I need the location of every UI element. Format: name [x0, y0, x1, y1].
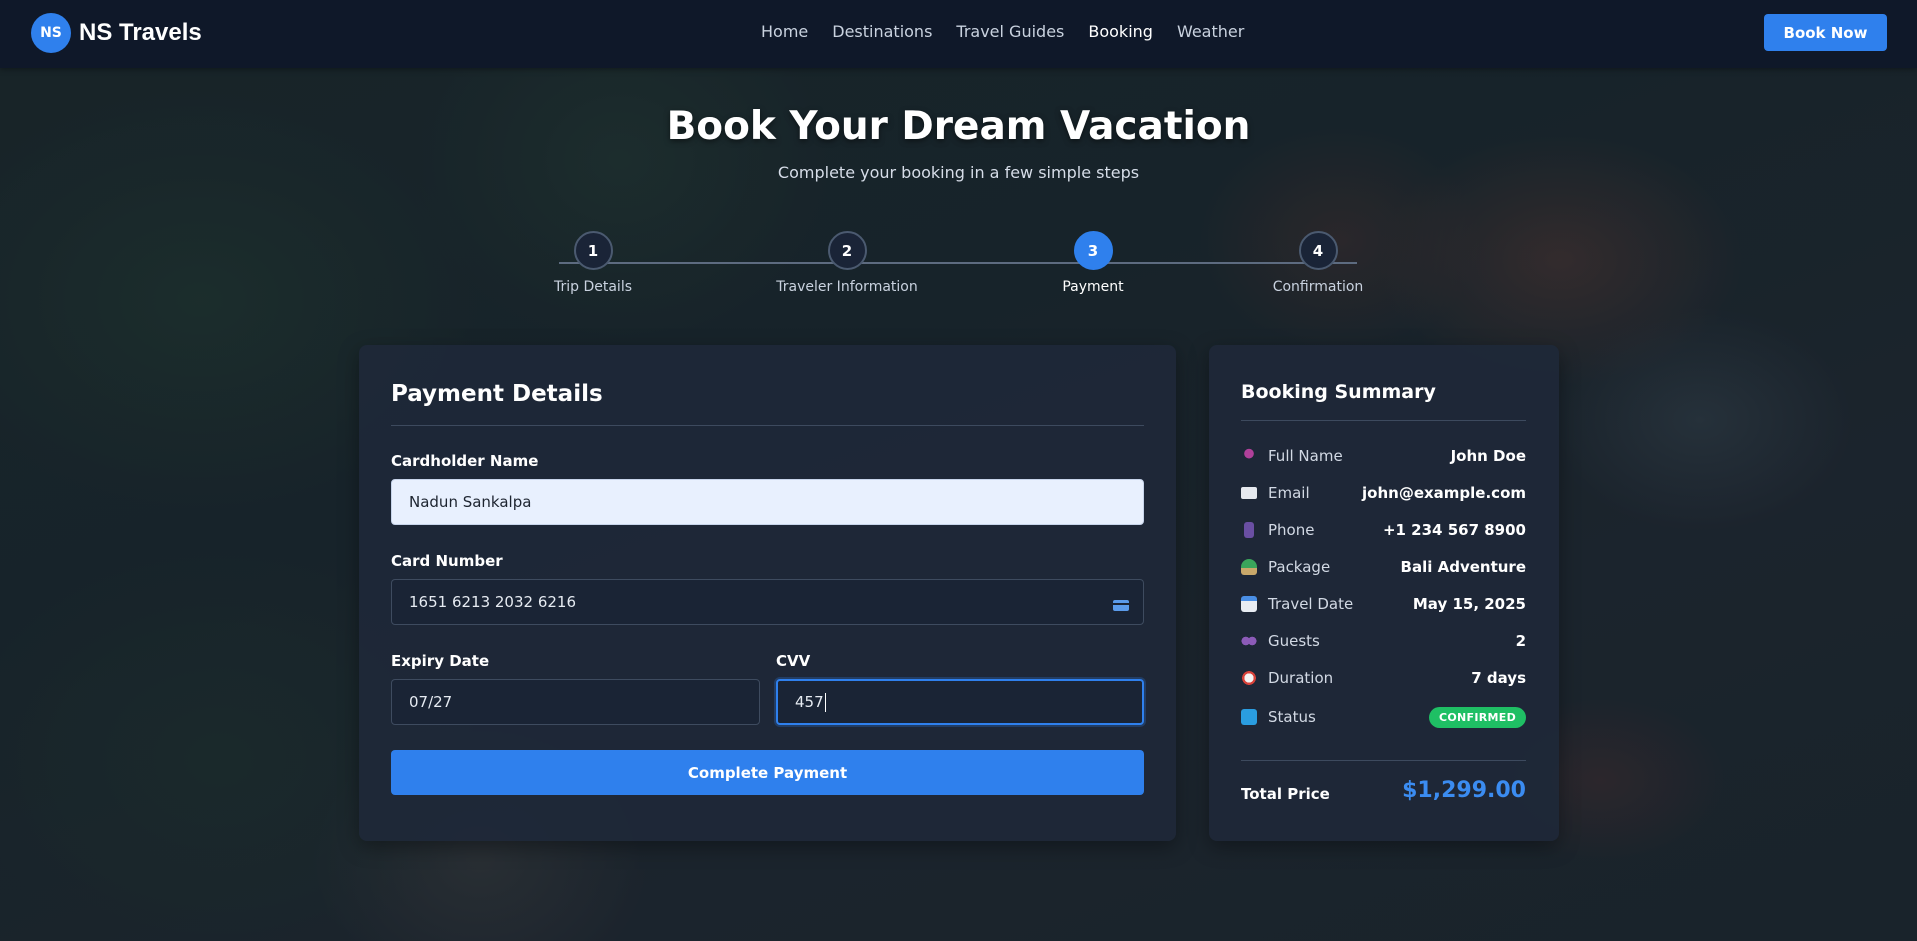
- status-badge: CONFIRMED: [1429, 706, 1526, 728]
- summary-row-guests: Guests 2: [1241, 630, 1526, 652]
- summary-value: +1 234 567 8900: [1382, 521, 1526, 539]
- step-number: 4: [1298, 231, 1338, 270]
- page-title: Book Your Dream Vacation: [666, 104, 1251, 149]
- calendar-icon: [1241, 596, 1257, 612]
- payment-details-card: Payment Details Cardholder Name Nadun Sa…: [359, 345, 1176, 841]
- brand[interactable]: NS NS Travels: [31, 13, 202, 53]
- summary-value: 2: [1515, 632, 1526, 650]
- summary-value: John Doe: [1450, 447, 1526, 465]
- summary-value: 7 days: [1471, 669, 1526, 687]
- cvv-value: 457: [795, 693, 824, 711]
- divider: [1241, 760, 1526, 761]
- phone-icon: [1244, 522, 1254, 538]
- step-label: Payment: [1062, 279, 1124, 295]
- step-label: Traveler Information: [776, 279, 918, 295]
- booking-summary-title: Booking Summary: [1241, 381, 1436, 403]
- step-trip-details: 1 Trip Details: [508, 231, 678, 295]
- nav-link-destinations[interactable]: Destinations: [832, 22, 932, 41]
- step-confirmation: 4 Confirmation: [1233, 231, 1403, 295]
- summary-label: Guests: [1268, 632, 1320, 650]
- cardholder-name-input[interactable]: Nadun Sankalpa: [391, 479, 1144, 525]
- summary-label: Full Name: [1268, 447, 1343, 465]
- cardholder-name-label: Cardholder Name: [391, 452, 539, 470]
- summary-label: Travel Date: [1268, 595, 1354, 613]
- summary-row-email: Email john@example.com: [1241, 482, 1526, 504]
- card-number-label: Card Number: [391, 552, 503, 570]
- step-number: 3: [1073, 231, 1113, 270]
- text-caret: [824, 692, 826, 712]
- divider: [1241, 420, 1526, 421]
- expiry-date-label: Expiry Date: [391, 652, 490, 670]
- step-label: Confirmation: [1272, 279, 1364, 295]
- card-number-value: 1651 6213 2032 6216: [409, 593, 576, 611]
- people-icon: [1241, 633, 1257, 649]
- nav-link-weather[interactable]: Weather: [1177, 22, 1244, 41]
- step-number: 2: [827, 231, 867, 270]
- summary-row-package: Package Bali Adventure: [1241, 556, 1526, 578]
- summary-label: Email: [1268, 484, 1310, 502]
- nav-links: Home Destinations Travel Guides Booking …: [761, 22, 1244, 41]
- nav-link-travel-guides[interactable]: Travel Guides: [956, 22, 1064, 41]
- step-label: Trip Details: [553, 279, 632, 295]
- complete-payment-button[interactable]: Complete Payment: [391, 750, 1144, 795]
- summary-label: Package: [1268, 558, 1331, 576]
- summary-value: john@example.com: [1362, 484, 1526, 502]
- summary-row-phone: Phone +1 234 567 8900: [1241, 519, 1526, 541]
- summary-row-duration: Duration 7 days: [1241, 667, 1526, 689]
- island-icon: [1241, 559, 1257, 575]
- summary-row-full-name: Full Name John Doe: [1241, 445, 1526, 467]
- summary-row-travel-date: Travel Date May 15, 2025: [1241, 593, 1526, 615]
- card-number-input[interactable]: 1651 6213 2032 6216: [391, 579, 1144, 625]
- total-price-label: Total Price: [1241, 785, 1330, 803]
- total-price-value: $1,299.00: [1402, 778, 1526, 803]
- refresh-icon: [1241, 709, 1257, 725]
- cvv-label: CVV: [776, 652, 811, 670]
- book-now-button[interactable]: Book Now: [1764, 14, 1887, 51]
- summary-label: Status: [1268, 708, 1316, 726]
- summary-value: Bali Adventure: [1400, 558, 1526, 576]
- divider: [391, 425, 1144, 426]
- summary-label: Duration: [1268, 669, 1334, 687]
- summary-row-status: Status CONFIRMED: [1241, 706, 1526, 728]
- cardholder-name-value: Nadun Sankalpa: [409, 493, 532, 511]
- navbar: NS NS Travels Home Destinations Travel G…: [0, 0, 1917, 68]
- credit-card-icon: [1113, 600, 1129, 611]
- step-traveler-information: 2 Traveler Information: [762, 231, 932, 295]
- step-payment: 3 Payment: [1008, 231, 1178, 295]
- person-icon: [1241, 448, 1257, 464]
- page-subtitle: Complete your booking in a few simple st…: [777, 163, 1140, 182]
- summary-value: May 15, 2025: [1412, 595, 1526, 613]
- nav-link-home[interactable]: Home: [761, 22, 808, 41]
- envelope-icon: [1241, 487, 1257, 499]
- expiry-date-input[interactable]: 07/27: [391, 679, 760, 725]
- step-number: 1: [573, 231, 613, 270]
- expiry-date-value: 07/27: [409, 693, 453, 711]
- booking-summary-card: Booking Summary Full Name John Doe Email…: [1209, 345, 1559, 841]
- payment-details-title: Payment Details: [391, 381, 603, 407]
- nav-link-booking[interactable]: Booking: [1088, 22, 1153, 41]
- brand-logo: NS: [31, 13, 71, 53]
- cvv-input[interactable]: 457: [776, 679, 1144, 725]
- summary-label: Phone: [1268, 521, 1315, 539]
- brand-name: NS Travels: [79, 19, 202, 46]
- alarm-clock-icon: [1241, 670, 1257, 686]
